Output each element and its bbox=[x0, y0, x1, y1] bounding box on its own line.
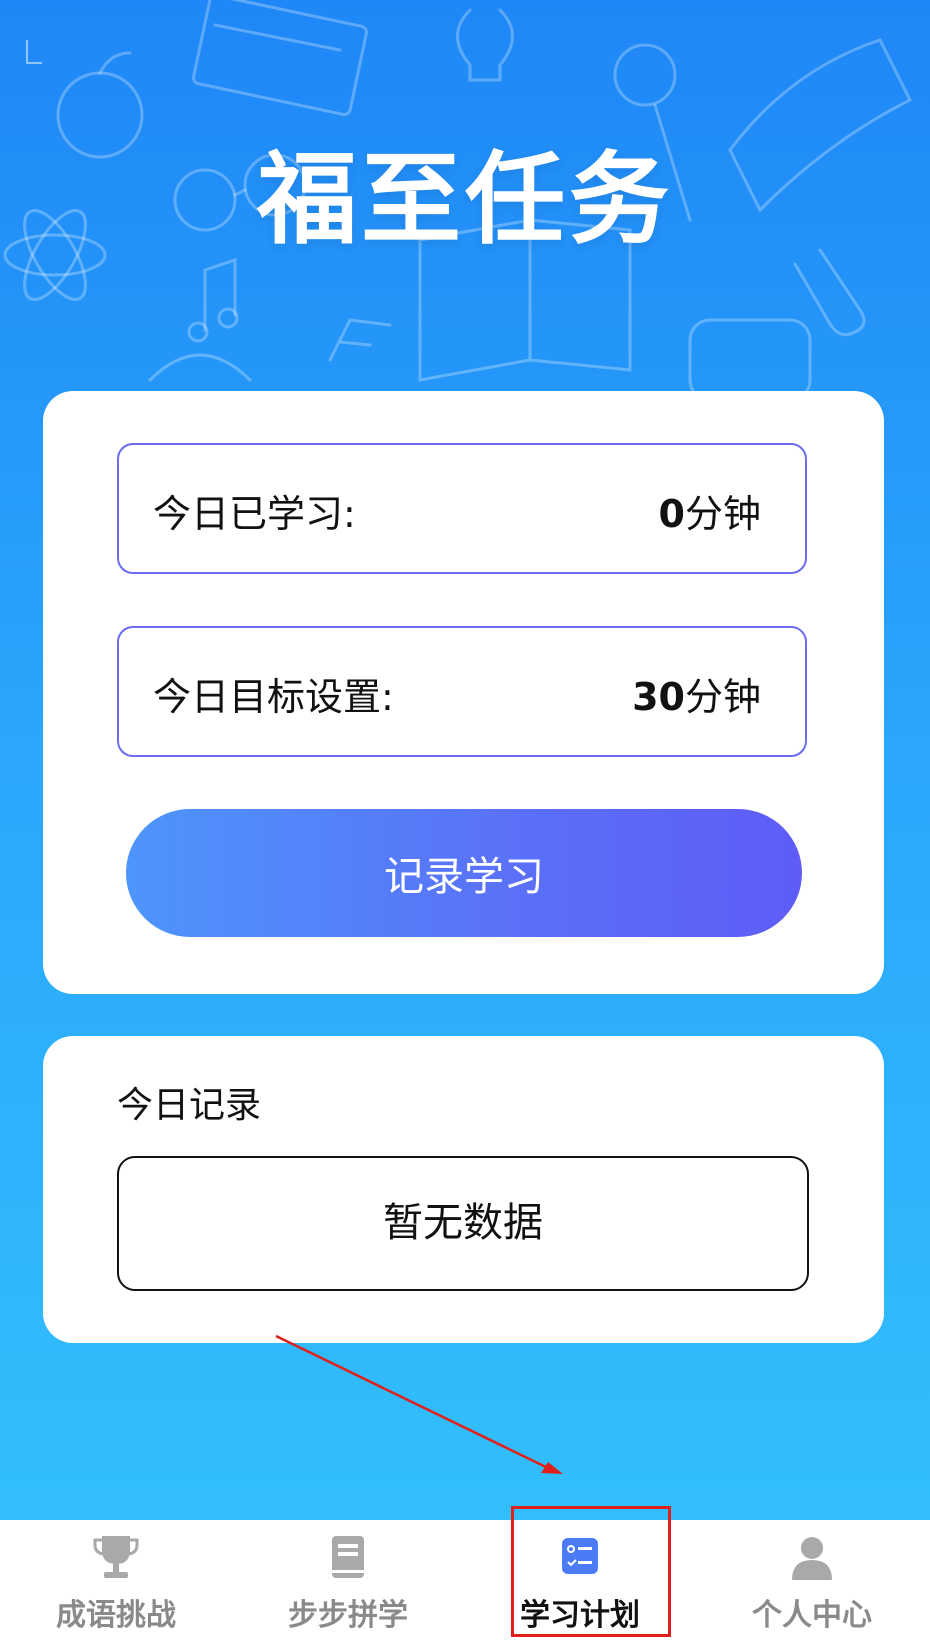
page-title: 福至任务 bbox=[257, 141, 673, 258]
tab-label: 成语挑战 bbox=[56, 1598, 176, 1633]
trophy-icon bbox=[93, 1536, 139, 1578]
person-icon bbox=[792, 1537, 832, 1580]
daily-goal-row[interactable]: 今日目标设置: 30分钟 bbox=[117, 626, 807, 757]
tab-idiom-challenge[interactable]: 成语挑战 bbox=[0, 1520, 232, 1652]
corner-mark bbox=[26, 40, 42, 64]
studied-today-label: 今日已学习: bbox=[153, 492, 356, 536]
bottom-tab-bar: 成语挑战 步步拼学 学习计划 个人中心 bbox=[0, 1520, 930, 1652]
goal-minutes: 30 bbox=[632, 675, 685, 719]
empty-state: 暂无数据 bbox=[117, 1156, 809, 1291]
studied-unit: 分钟 bbox=[684, 492, 761, 536]
today-record-card: 今日记录 暂无数据 bbox=[43, 1036, 884, 1343]
tab-label: 个人中心 bbox=[752, 1598, 872, 1633]
studied-today-row: 今日已学习: 0分钟 bbox=[117, 443, 807, 574]
annotation-highlight-box bbox=[511, 1506, 671, 1637]
record-study-button[interactable]: 记录学习 bbox=[126, 809, 802, 937]
daily-goal-value: 30分钟 bbox=[632, 666, 761, 721]
tab-label: 步步拼学 bbox=[288, 1598, 408, 1633]
studied-minutes: 0 bbox=[658, 492, 685, 536]
tab-step-learning[interactable]: 步步拼学 bbox=[232, 1520, 464, 1652]
tab-personal-center[interactable]: 个人中心 bbox=[696, 1520, 928, 1652]
today-record-title: 今日记录 bbox=[117, 1085, 262, 1126]
goal-unit: 分钟 bbox=[684, 675, 761, 719]
book-icon bbox=[332, 1536, 364, 1578]
daily-goal-label: 今日目标设置: bbox=[153, 675, 394, 719]
studied-today-value: 0分钟 bbox=[659, 483, 761, 538]
today-study-card: 今日已学习: 0分钟 今日目标设置: 30分钟 记录学习 bbox=[43, 391, 884, 994]
